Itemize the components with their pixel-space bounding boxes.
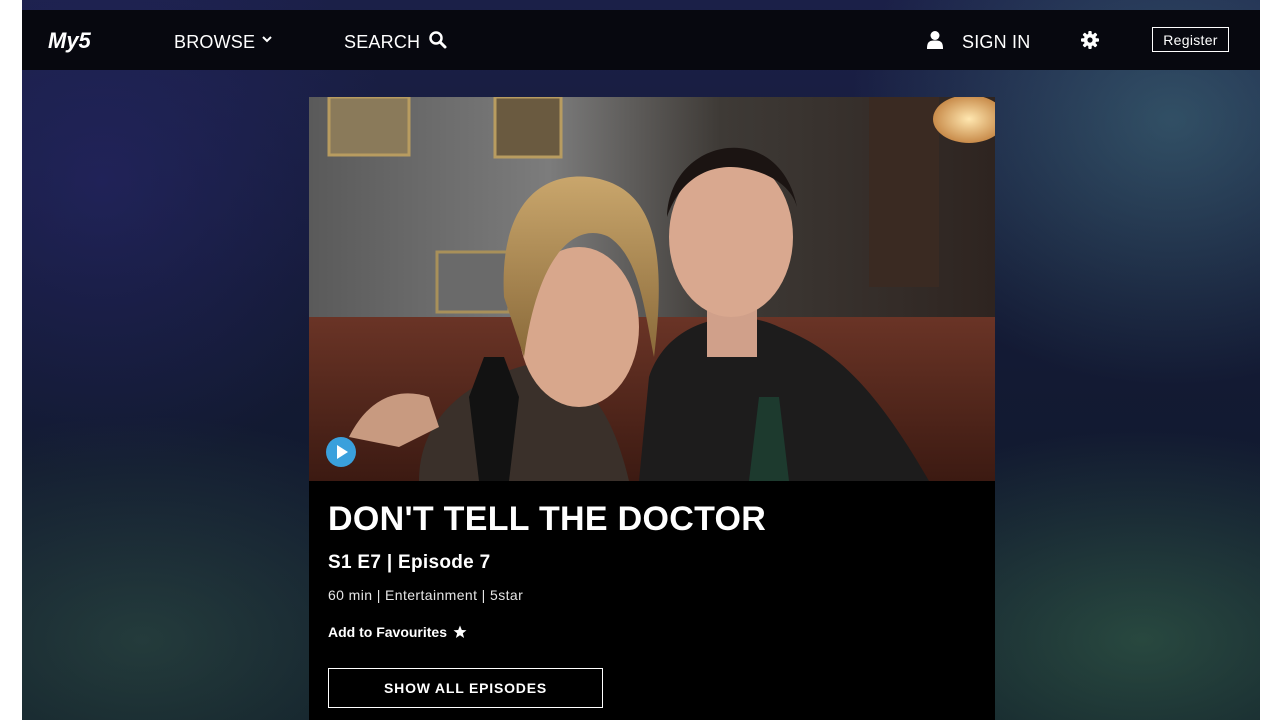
user-icon [927,31,943,49]
search-icon [429,31,447,49]
star-icon [453,625,467,638]
sign-in-button[interactable]: SIGN IN [926,30,1030,54]
top-navigation-bar: My5 BROWSE SEARCH SIGN IN Register [22,10,1260,70]
sign-in-label: SIGN IN [962,31,1031,52]
programme-card: DON'T TELL THE DOCTOR S1 E7 | Episode 7 … [309,97,995,720]
favourites-label: Add to Favourites [328,624,448,640]
svg-text:My5: My5 [48,28,92,53]
chevron-down-icon [262,36,272,43]
play-icon[interactable] [326,437,356,467]
add-to-favourites-button[interactable]: Add to Favourites [328,624,467,640]
gear-icon[interactable] [1080,30,1100,50]
browse-menu[interactable]: BROWSE [174,30,274,54]
programme-thumbnail[interactable] [309,97,995,481]
episode-label: S1 E7 | Episode 7 [328,552,491,573]
search-button[interactable]: SEARCH [344,30,448,54]
programme-meta: 60 min | Entertainment | 5star [328,587,524,603]
show-all-episodes-button[interactable]: SHOW ALL EPISODES [328,668,603,708]
programme-title: DON'T TELL THE DOCTOR [328,500,767,538]
my5-logo[interactable]: My5 [48,22,108,58]
search-label: SEARCH [344,31,421,52]
register-button[interactable]: Register [1152,27,1229,52]
browse-label: BROWSE [174,31,256,52]
page-frame: My5 BROWSE SEARCH SIGN IN Register DON'T… [22,0,1260,720]
